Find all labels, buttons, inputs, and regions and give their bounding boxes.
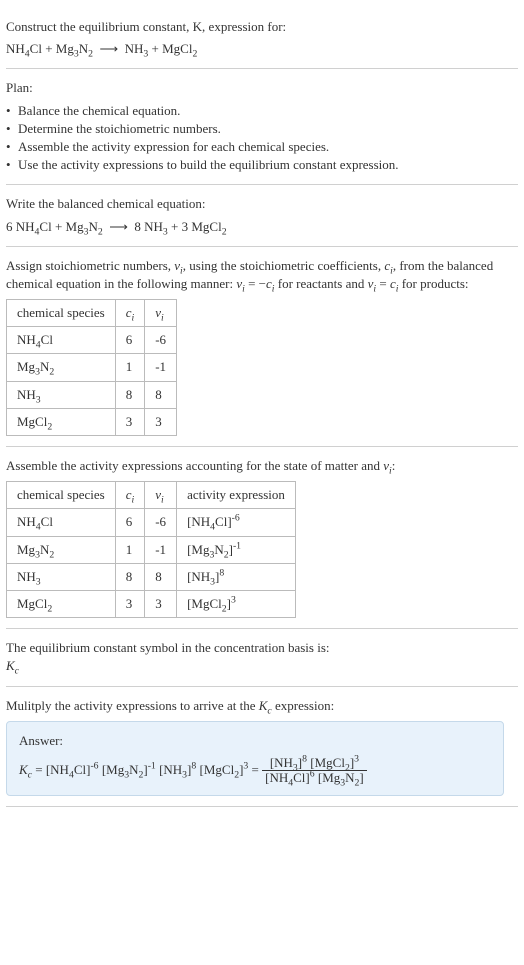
cell-v: 3 [145, 408, 177, 435]
plan-item: Determine the stoichiometric numbers. [6, 120, 518, 138]
col-header-activity: activity expression [177, 482, 296, 509]
cell-c: 6 [115, 327, 145, 354]
cell-c: 1 [115, 536, 145, 563]
activity-intro-text: Assemble the activity expressions accoun… [6, 458, 383, 473]
cell-c: 3 [115, 590, 145, 617]
col-header-v: νi [145, 482, 177, 509]
unbalanced-equation: NH4Cl + Mg3N2 ⟶ NH3 + MgCl2 [6, 40, 518, 58]
exp: -6 [232, 513, 240, 524]
fraction: [NH3]8 [MgCl2]3 [NH4Cl]6 [Mg3N2] [262, 756, 367, 786]
plan-item: Use the activity expressions to build th… [6, 156, 518, 174]
table-row: NH3 8 8 [7, 381, 177, 408]
plan-heading: Plan: [6, 79, 518, 97]
activity-intro-text: : [392, 458, 396, 473]
exp: 3 [243, 760, 248, 771]
cell-v: -6 [145, 327, 177, 354]
plan-list: Balance the chemical equation. Determine… [6, 102, 518, 175]
stoich-intro-text: for reactants and [275, 276, 368, 291]
col-header-v: νi [145, 300, 177, 327]
cell-activity: [NH4Cl]-6 [177, 509, 296, 536]
table-row: MgCl2 3 3 [7, 408, 177, 435]
stoich-table: chemical species ci νi NH4Cl 6 -6 Mg3N2 … [6, 299, 177, 436]
construct-title-text: Construct the equilibrium constant, K, e… [6, 19, 286, 34]
answer-box: Answer: Kc = [NH4Cl]-6 [Mg3N2]-1 [NH3]8 … [6, 721, 504, 797]
cell-species: MgCl2 [7, 590, 116, 617]
section-construct: Construct the equilibrium constant, K, e… [6, 8, 518, 69]
section-plan: Plan: Balance the chemical equation. Det… [6, 69, 518, 185]
stoich-intro-text: Assign stoichiometric numbers, [6, 258, 174, 273]
cell-species: Mg3N2 [7, 536, 116, 563]
cell-species: NH4Cl [7, 509, 116, 536]
cell-activity: [NH3]8 [177, 563, 296, 590]
cell-c: 8 [115, 381, 145, 408]
exp: 8 [302, 754, 307, 765]
cell-species: MgCl2 [7, 408, 116, 435]
cell-species: NH4Cl [7, 327, 116, 354]
cell-v: -1 [145, 536, 177, 563]
section-balanced: Write the balanced chemical equation: 6 … [6, 185, 518, 246]
cell-c: 1 [115, 354, 145, 381]
exp: -6 [90, 760, 98, 771]
cell-v: 8 [145, 563, 177, 590]
table-row: MgCl2 3 3 [MgCl2]3 [7, 590, 296, 617]
table-row: Mg3N2 1 -1 [Mg3N2]-1 [7, 536, 296, 563]
stoich-intro: Assign stoichiometric numbers, νi, using… [6, 257, 518, 293]
cell-c: 6 [115, 509, 145, 536]
exp: 6 [310, 769, 315, 780]
symbol-kc: Kc [6, 657, 518, 675]
cell-species: Mg3N2 [7, 354, 116, 381]
exp: -1 [148, 760, 156, 771]
col-header-species: chemical species [7, 482, 116, 509]
cell-c: 8 [115, 563, 145, 590]
activity-table: chemical species ci νi activity expressi… [6, 481, 296, 618]
stoich-intro-text: for products: [398, 276, 468, 291]
cell-species: NH3 [7, 381, 116, 408]
construct-title: Construct the equilibrium constant, K, e… [6, 18, 518, 36]
plan-item: Assemble the activity expression for eac… [6, 138, 518, 156]
table-header-row: chemical species ci νi [7, 300, 177, 327]
table-row: NH4Cl 6 -6 [NH4Cl]-6 [7, 509, 296, 536]
section-final: Mulitply the activity expressions to arr… [6, 687, 518, 808]
balanced-heading: Write the balanced chemical equation: [6, 195, 518, 213]
exp: 8 [219, 567, 224, 578]
table-row: NH3 8 8 [NH3]8 [7, 563, 296, 590]
col-header-c: ci [115, 300, 145, 327]
table-row: Mg3N2 1 -1 [7, 354, 177, 381]
table-header-row: chemical species ci νi activity expressi… [7, 482, 296, 509]
stoich-intro-text: , using the stoichiometric coefficients, [183, 258, 385, 273]
activity-intro: Assemble the activity expressions accoun… [6, 457, 518, 475]
section-symbol: The equilibrium constant symbol in the c… [6, 629, 518, 686]
cell-species: NH3 [7, 563, 116, 590]
cell-activity: [Mg3N2]-1 [177, 536, 296, 563]
exp: -1 [233, 540, 241, 551]
balanced-equation: 6 NH4Cl + Mg3N2 ⟶ 8 NH3 + 3 MgCl2 [6, 218, 518, 236]
cell-v: -6 [145, 509, 177, 536]
answer-expression: Kc = [NH4Cl]-6 [Mg3N2]-1 [NH3]8 [MgCl2]3… [19, 756, 491, 786]
plan-item: Balance the chemical equation. [6, 102, 518, 120]
final-heading: Mulitply the activity expressions to arr… [6, 697, 518, 715]
exp: 8 [191, 760, 196, 771]
section-stoich: Assign stoichiometric numbers, νi , using… [6, 247, 518, 447]
cell-v: -1 [145, 354, 177, 381]
col-header-c: ci [115, 482, 145, 509]
cell-activity: [MgCl2]3 [177, 590, 296, 617]
table-row: NH4Cl 6 -6 [7, 327, 177, 354]
cell-v: 8 [145, 381, 177, 408]
col-header-species: chemical species [7, 300, 116, 327]
exp: 3 [354, 754, 359, 765]
exp: 3 [231, 595, 236, 606]
cell-c: 3 [115, 408, 145, 435]
fraction-denominator: [NH4Cl]6 [Mg3N2] [262, 771, 367, 785]
section-activity: Assemble the activity expressions accoun… [6, 447, 518, 629]
symbol-line1: The equilibrium constant symbol in the c… [6, 639, 518, 657]
answer-label: Answer: [19, 732, 491, 750]
cell-v: 3 [145, 590, 177, 617]
